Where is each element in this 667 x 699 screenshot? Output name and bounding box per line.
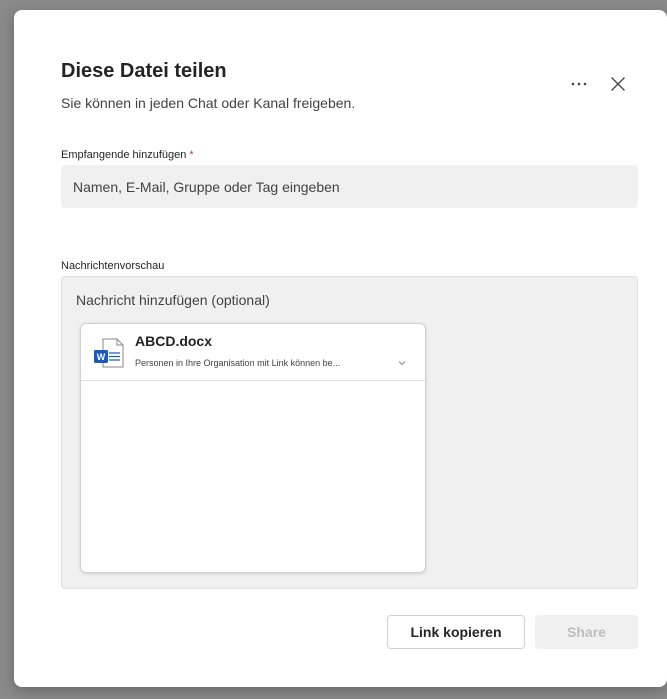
close-button[interactable] [606,72,630,96]
recipients-input[interactable] [61,165,638,208]
share-button[interactable]: Share [535,615,638,649]
dialog-title: Diese Datei teilen [61,60,227,82]
recipients-label: Empfangende hinzufügen * [61,149,194,161]
word-document-icon: W [94,338,124,368]
message-preview: W ABCD.docx Personen in Ihre Organisatio… [61,276,638,589]
required-marker: * [189,149,194,161]
chevron-down-icon[interactable] [397,359,407,367]
file-permission: Personen in Ihre Organisation mit Link k… [135,358,341,368]
preview-label: Nachrichtenvorschau [61,260,165,272]
share-dialog: Diese Datei teilen Sie können in jeden C… [14,10,667,687]
recipients-label-text: Empfangende hinzufügen [61,149,187,161]
dialog-subtitle: Sie können in jeden Chat oder Kanal frei… [61,95,356,111]
more-options-button[interactable] [567,72,591,96]
file-name: ABCD.docx [135,333,213,349]
file-card[interactable]: W ABCD.docx Personen in Ihre Organisatio… [80,323,426,573]
file-card-header: W ABCD.docx Personen in Ihre Organisatio… [81,324,425,381]
word-icon-letter: W [97,352,106,362]
message-input[interactable] [76,289,616,311]
close-icon [611,77,625,91]
more-horizontal-icon [571,82,587,86]
copy-link-button[interactable]: Link kopieren [387,615,525,649]
